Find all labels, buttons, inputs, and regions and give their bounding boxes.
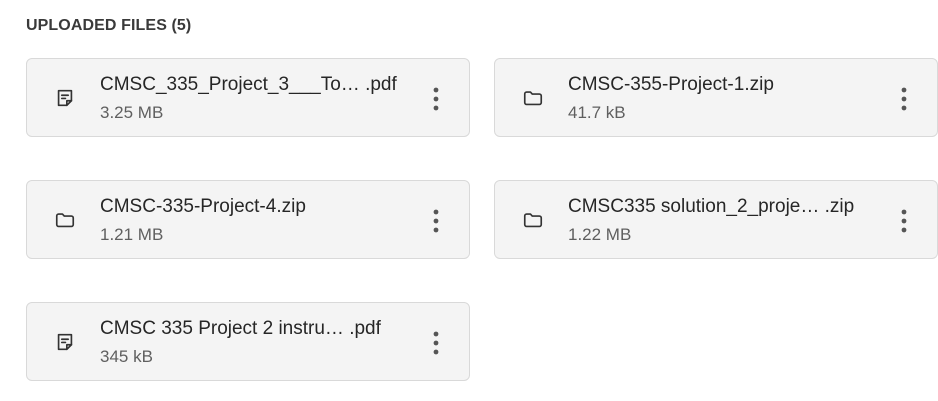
more-options-button[interactable]: [891, 207, 917, 235]
file-card[interactable]: CMSC_335_Project_3___To… .pdf 3.25 MB: [26, 58, 470, 137]
file-size: 1.22 MB: [568, 225, 632, 244]
file-card[interactable]: CMSC-335-Project-4.zip 1.21 MB: [26, 180, 470, 259]
more-vertical-icon: [901, 209, 907, 233]
document-icon: [53, 86, 77, 110]
more-options-button[interactable]: [891, 85, 917, 113]
file-size: 345 kB: [100, 347, 153, 366]
file-card[interactable]: CMSC335 solution_2_proje… .zip 1.22 MB: [494, 180, 938, 259]
file-name: CMSC_335_Project_3___To… .pdf: [100, 74, 397, 95]
folder-icon: [521, 208, 545, 232]
file-size: 3.25 MB: [100, 103, 164, 122]
uploaded-files-heading: UPLOADED FILES (5): [26, 17, 192, 34]
more-vertical-icon: [433, 331, 439, 355]
file-size: 41.7 kB: [568, 103, 626, 122]
file-size: 1.21 MB: [100, 225, 164, 244]
file-card[interactable]: CMSC 335 Project 2 instru… .pdf 345 kB: [26, 302, 470, 381]
folder-icon: [521, 86, 545, 110]
more-options-button[interactable]: [423, 85, 449, 113]
more-vertical-icon: [901, 87, 907, 111]
file-name: CMSC-355-Project-1.zip: [568, 74, 774, 95]
more-options-button[interactable]: [423, 329, 449, 357]
folder-icon: [53, 208, 77, 232]
more-vertical-icon: [433, 87, 439, 111]
file-name: CMSC335 solution_2_proje… .zip: [568, 196, 855, 217]
document-icon: [53, 330, 77, 354]
file-name: CMSC-335-Project-4.zip: [100, 196, 306, 217]
more-options-button[interactable]: [423, 207, 449, 235]
file-name: CMSC 335 Project 2 instru… .pdf: [100, 318, 381, 339]
more-vertical-icon: [433, 209, 439, 233]
file-card[interactable]: CMSC-355-Project-1.zip 41.7 kB: [494, 58, 938, 137]
